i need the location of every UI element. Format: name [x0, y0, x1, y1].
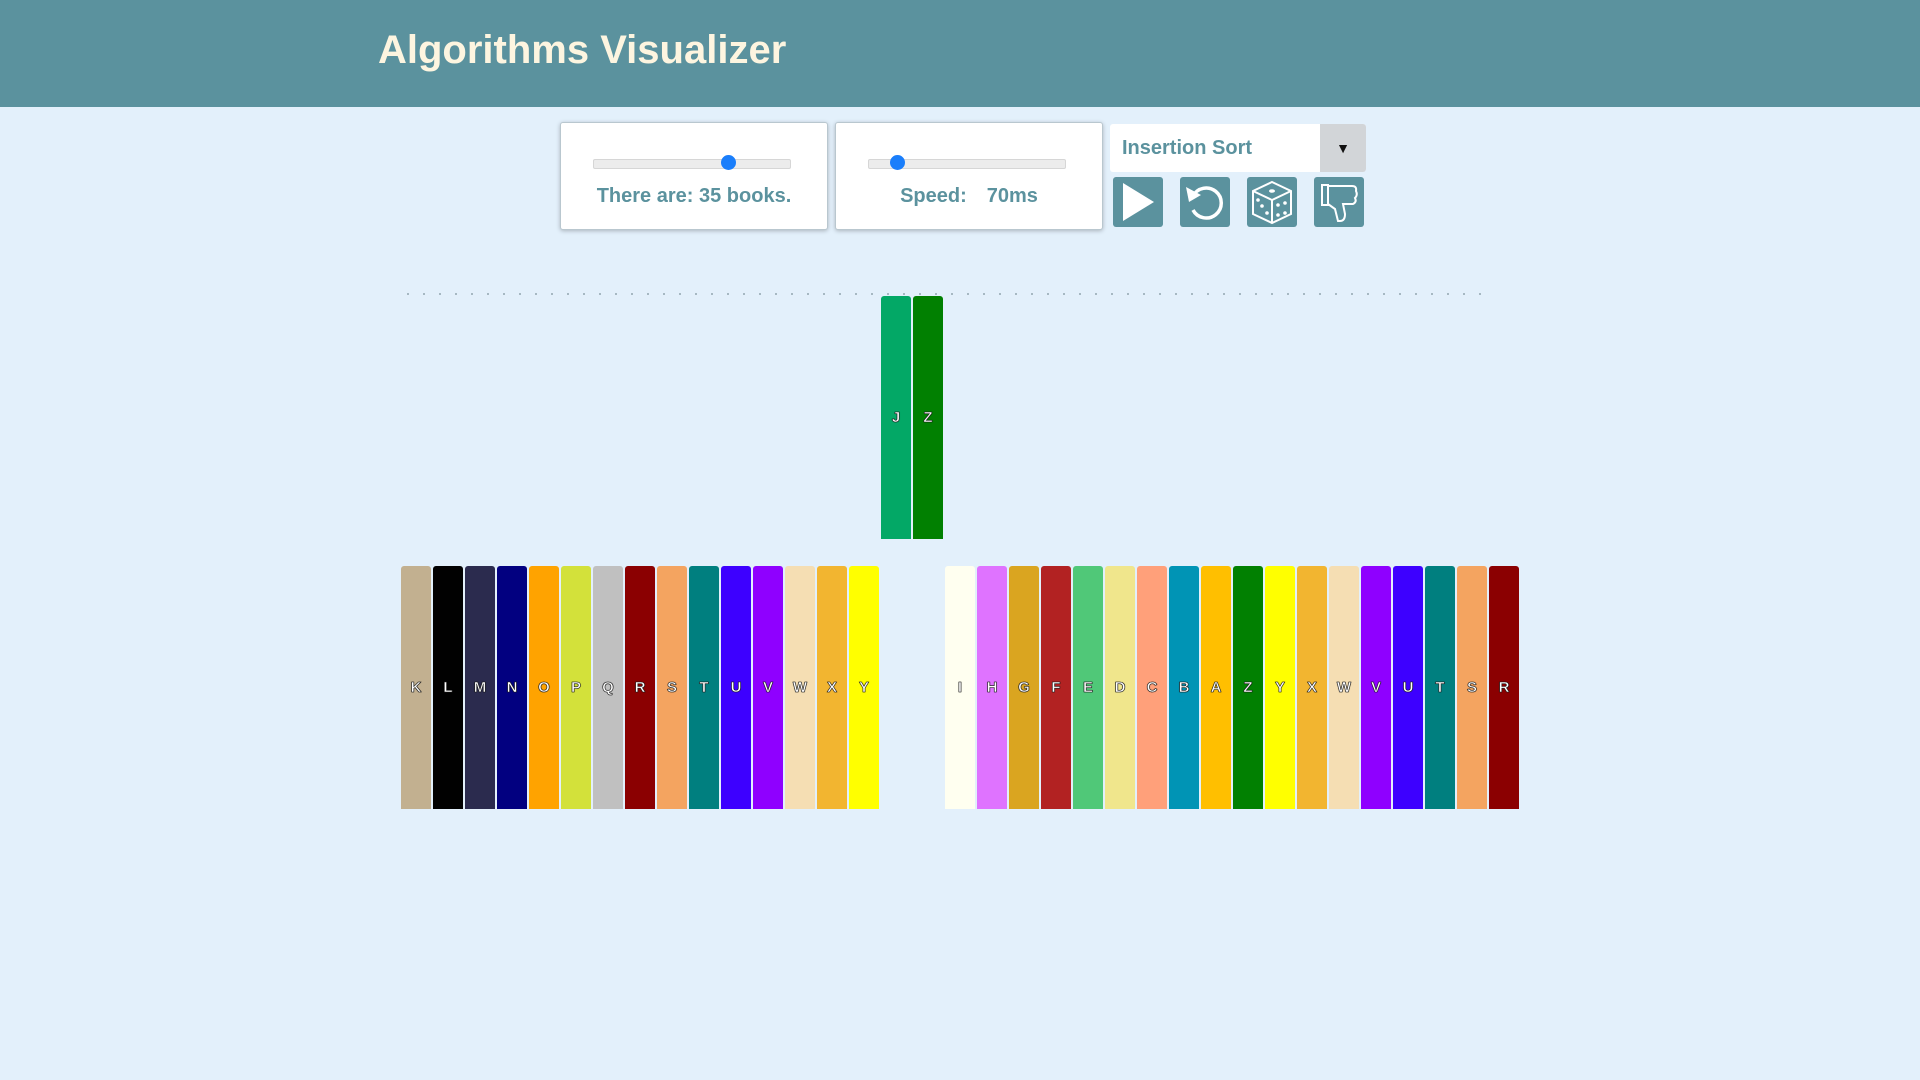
book: I — [945, 566, 975, 809]
book: Z — [1233, 566, 1263, 809]
algorithm-select-value: Insertion Sort — [1122, 137, 1253, 159]
book-letter: K — [410, 679, 422, 697]
dropdown-arrow-icon[interactable]: ▼ — [1320, 124, 1366, 172]
book-count-text: There are: 35 books. — [561, 185, 827, 208]
book-letter: T — [1435, 679, 1445, 697]
shuffle-button[interactable] — [1247, 177, 1297, 227]
book-letter: C — [1146, 679, 1158, 697]
book: X — [1297, 566, 1327, 809]
speed-value: 70ms — [986, 185, 1038, 207]
book: H — [977, 566, 1007, 809]
book: N — [497, 566, 527, 809]
book-index-markers — [400, 292, 1490, 296]
book: S — [657, 566, 687, 809]
algorithm-select[interactable]: Insertion Sort ▼ — [1110, 124, 1366, 172]
book: D — [1105, 566, 1135, 809]
book: Y — [1265, 566, 1295, 809]
book-letter: P — [570, 679, 582, 697]
speed-panel: Speed: 70ms — [835, 122, 1103, 230]
book-letter: V — [762, 679, 774, 697]
thumbs-down-icon — [1321, 184, 1358, 222]
play-button[interactable] — [1113, 177, 1163, 227]
book: Z — [913, 296, 943, 539]
book: A — [1201, 566, 1231, 809]
book-letter: N — [506, 679, 518, 697]
book: G — [1009, 566, 1039, 809]
book-letter: I — [957, 679, 963, 697]
book: U — [1393, 566, 1423, 809]
book-letter: U — [1402, 679, 1414, 697]
book-letter: T — [699, 679, 709, 697]
worst-case-button[interactable] — [1314, 177, 1364, 227]
book: X — [817, 566, 847, 809]
book-letter: R — [634, 679, 646, 697]
book-count-slider[interactable] — [593, 155, 791, 170]
book-letter: L — [443, 679, 453, 697]
speed-text: Speed: 70ms — [836, 185, 1102, 208]
book-letter: S — [1466, 679, 1478, 697]
book: L — [433, 566, 463, 809]
book: C — [1137, 566, 1167, 809]
dice-icon — [1252, 180, 1292, 225]
book: Y — [849, 566, 879, 809]
book: Q — [593, 566, 623, 809]
book-letter: Q — [602, 679, 614, 697]
book-letter: S — [666, 679, 678, 697]
book-letter: D — [1114, 679, 1126, 697]
book-letter: V — [1370, 679, 1382, 697]
book-letter: M — [473, 679, 487, 697]
play-icon — [1123, 183, 1154, 221]
book: P — [561, 566, 591, 809]
book: W — [785, 566, 815, 809]
book-letter: A — [1210, 679, 1222, 697]
book: B — [1169, 566, 1199, 809]
book-letter: X — [1306, 679, 1318, 697]
book-letter: Z — [1243, 679, 1253, 697]
app-title: Algorithms Visualizer — [378, 28, 787, 72]
book-letter: J — [891, 409, 901, 427]
book: V — [1361, 566, 1391, 809]
book-count-value: 35 books. — [699, 185, 792, 207]
reset-icon — [1186, 186, 1223, 220]
book-letter: F — [1051, 679, 1061, 697]
book: M — [465, 566, 495, 809]
book-letter: W — [1336, 679, 1352, 697]
book-letter: U — [730, 679, 742, 697]
book-letter: G — [1018, 679, 1030, 697]
book-count-panel: There are: 35 books. — [560, 122, 828, 230]
book: V — [753, 566, 783, 809]
book-count-slider-thumb[interactable] — [721, 155, 737, 170]
book: S — [1457, 566, 1487, 809]
speed-slider-thumb[interactable] — [890, 155, 906, 170]
book: T — [1425, 566, 1455, 809]
book: U — [721, 566, 751, 809]
book: R — [625, 566, 655, 809]
book: F — [1041, 566, 1071, 809]
book-letter: Y — [858, 679, 870, 697]
reset-button[interactable] — [1180, 177, 1230, 227]
book: T — [689, 566, 719, 809]
book: O — [529, 566, 559, 809]
book-letter: O — [538, 679, 550, 697]
book-letter: R — [1498, 679, 1510, 697]
book-letter: X — [826, 679, 838, 697]
book-letter: Y — [1274, 679, 1286, 697]
book: R — [1489, 566, 1519, 809]
book: J — [881, 296, 911, 539]
book-letter: Z — [923, 409, 933, 427]
book-letter: E — [1082, 679, 1094, 697]
book: W — [1329, 566, 1359, 809]
book-letter: B — [1178, 679, 1190, 697]
book-count-prefix: There are: — [596, 185, 694, 207]
speed-slider[interactable] — [868, 155, 1066, 170]
book-letter: W — [792, 679, 808, 697]
speed-label: Speed: — [900, 185, 967, 207]
book-letter: H — [986, 679, 998, 697]
book: E — [1073, 566, 1103, 809]
app-header: Algorithms Visualizer — [0, 0, 1920, 107]
book: K — [401, 566, 431, 809]
